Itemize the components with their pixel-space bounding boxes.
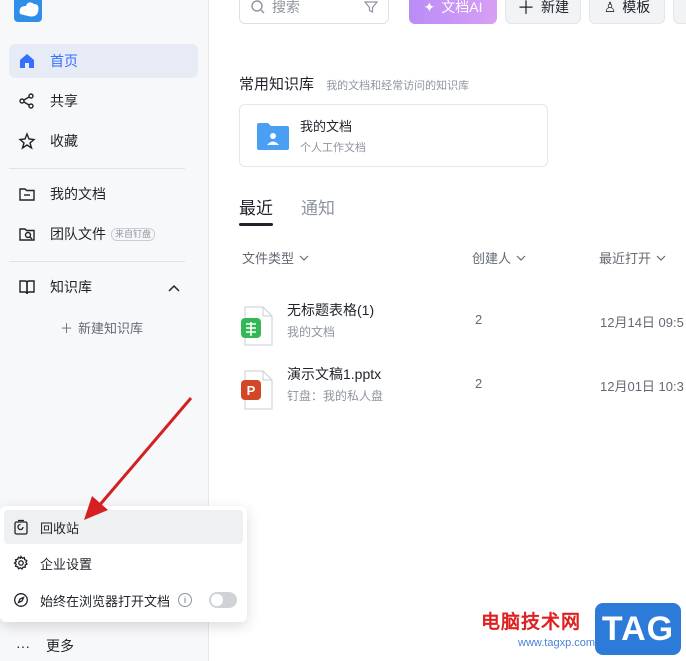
column-header-file-type[interactable]: 文件类型 [242,248,310,267]
svg-text:P: P [247,383,256,398]
search-icon [251,0,265,14]
sidebar-item-label: 知识库 [50,279,92,295]
open-in-browser-toggle[interactable] [209,592,237,608]
watermark-url: www.tagxp.com [518,637,596,649]
template-icon: ♙ [603,0,617,15]
template-button[interactable]: ♙ 模板 [589,0,665,24]
active-tab-indicator [239,223,273,226]
file-creator: 2 [475,376,483,391]
search-input[interactable]: 搜索 [239,0,389,24]
sheet-file-icon [241,306,273,346]
app-logo-icon[interactable] [14,0,42,22]
kb-card-subtitle: 个人工作文档 [300,142,366,154]
plus-icon: ＋ [60,321,74,336]
ppt-file-icon: P [241,370,273,410]
share-icon [18,92,36,110]
column-header-creator[interactable]: 创建人 [472,248,527,267]
file-last-opened: 12月01日 10:3 [600,379,684,394]
table-row[interactable]: P 演示文稿1.pptx 钉盘：我的私人盘 2 12月01日 10:3 [239,364,686,424]
menu-item-open-in-browser[interactable]: 始终在浏览器打开文档 i [4,583,243,617]
new-button[interactable]: ＋ 新建 [505,0,581,24]
home-icon [18,52,36,70]
folder-icon [18,185,36,203]
toolbar-overflow-button[interactable] [673,0,686,24]
sidebar-item-share[interactable]: 共享 [9,84,198,118]
watermark-badge: TAG [595,603,681,655]
more-dots-icon: ··· [16,638,30,654]
kb-card-title: 我的文档 [300,119,353,134]
chevron-up-icon[interactable] [166,281,182,295]
plus-icon: ＋ [517,0,535,18]
sidebar-divider [9,261,185,262]
gear-icon [12,554,30,572]
compass-icon [12,591,30,609]
table-row[interactable]: 无标题表格(1) 我的文档 2 12月14日 09:5 [239,300,686,360]
menu-item-enterprise-settings[interactable]: 企业设置 [4,546,243,580]
file-last-opened: 12月14日 09:5 [600,315,684,330]
star-icon [18,132,36,150]
sidebar-item-team-files[interactable]: 团队文件 来自钉盘 [9,217,198,251]
recycle-bin-icon [12,518,30,536]
sidebar-item-label: 我的文档 [50,186,106,202]
info-icon[interactable]: i [178,593,193,607]
chevron-down-icon [656,255,666,261]
sparkle-icon: ✦ [423,0,436,15]
sidebar-item-favorites[interactable]: 收藏 [9,124,198,158]
tab-recent[interactable]: 最近 [239,194,273,219]
common-kb-heading: 常用知识库 我的文档和经常访问的知识库 [239,76,470,93]
sidebar-item-label: 收藏 [50,133,78,149]
menu-item-recycle-bin[interactable]: 回收站 [4,510,243,544]
new-knowledge-base-button[interactable]: ＋ 新建知识库 [60,318,143,337]
file-location: 钉盘：我的私人盘 [287,389,384,403]
kb-card-my-docs[interactable]: 我的文档 个人工作文档 [239,104,548,167]
tab-notifications[interactable]: 通知 [301,194,335,219]
sidebar-item-label: 首页 [50,53,78,69]
more-menu-popup: 回收站 企业设置 始终在浏览器打开文档 i [0,506,247,622]
file-name: 演示文稿1.pptx [287,366,382,382]
source-badge: 来自钉盘 [111,227,156,241]
file-name: 无标题表格(1) [287,302,375,318]
folder-icon [257,122,289,150]
file-location: 我的文档 [287,325,336,339]
watermark-text: 电脑技术网 [481,612,582,633]
book-icon [18,278,36,296]
chevron-down-icon [299,255,309,261]
doc-ai-button[interactable]: ✦ 文档AI [409,0,497,24]
sidebar-item-my-docs[interactable]: 我的文档 [9,177,198,211]
sidebar-item-home[interactable]: 首页 [9,44,198,78]
team-folder-icon [18,225,36,243]
file-creator: 2 [475,312,483,327]
chevron-down-icon [516,255,526,261]
filter-icon[interactable] [364,0,378,14]
more-button[interactable]: ··· 更多 [16,636,74,656]
sidebar-divider [9,168,185,169]
sidebar-item-label: 团队文件 [50,226,106,242]
column-header-last-opened[interactable]: 最近打开 [599,248,667,267]
sidebar-item-label: 共享 [50,93,78,109]
